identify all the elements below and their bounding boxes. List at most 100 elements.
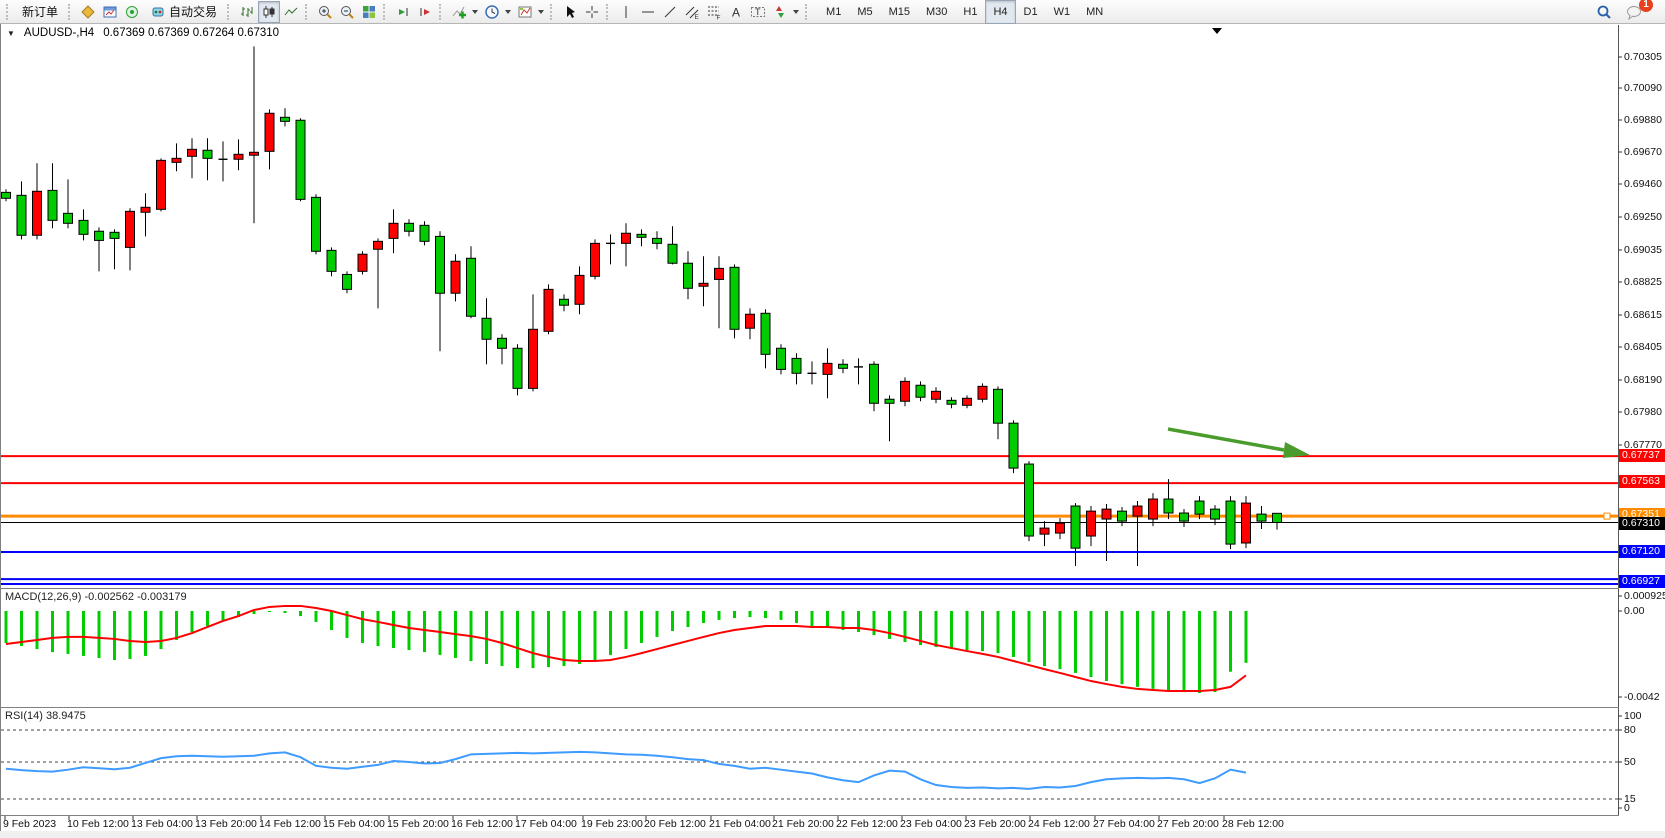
date-label: 14 Feb 12:00 xyxy=(259,818,321,830)
timeframe-H4[interactable]: H4 xyxy=(985,0,1015,24)
candle xyxy=(1226,501,1235,544)
rsi-value: 38.9475 xyxy=(46,710,86,722)
candle xyxy=(1040,528,1049,534)
price-tick-label: 0.67980 xyxy=(1624,406,1662,418)
price-level-label: 0.67737 xyxy=(1619,449,1665,462)
cursor-button[interactable] xyxy=(559,1,581,23)
crosshair-icon xyxy=(584,4,600,20)
toolbar-grip[interactable] xyxy=(606,4,612,20)
data-window-button[interactable] xyxy=(99,1,121,23)
channel-button[interactable]: E xyxy=(681,1,703,23)
chevron-down-icon xyxy=(505,10,511,14)
window-bottom-edge xyxy=(0,831,1665,838)
toolbar-grip[interactable] xyxy=(6,4,12,20)
macd-layer xyxy=(6,606,1246,693)
arrows-button[interactable] xyxy=(769,1,802,23)
candle xyxy=(575,275,584,304)
date-label: 24 Feb 12:00 xyxy=(1028,818,1090,830)
timeframe-MN[interactable]: MN xyxy=(1078,0,1111,24)
timeframe-M15[interactable]: M15 xyxy=(881,0,918,24)
candle xyxy=(870,364,879,403)
indicators-button[interactable] xyxy=(448,1,481,23)
candle xyxy=(110,232,119,238)
notification-badge: 1 xyxy=(1639,0,1653,12)
text-label-button[interactable]: T xyxy=(747,1,769,23)
clock-icon xyxy=(484,4,500,20)
timeframe-W1[interactable]: W1 xyxy=(1046,0,1079,24)
crosshair-button[interactable] xyxy=(581,1,603,23)
trend-arrow[interactable] xyxy=(1168,429,1310,458)
fibonacci-button[interactable]: F xyxy=(703,1,725,23)
orange-line-handle[interactable] xyxy=(1604,513,1610,519)
toolbar-grip[interactable] xyxy=(227,4,233,20)
toolbar-grip[interactable] xyxy=(550,4,556,20)
timeframe-M5[interactable]: M5 xyxy=(849,0,880,24)
zoom-out-button[interactable] xyxy=(336,1,358,23)
collapse-triangle-icon[interactable]: ▼ xyxy=(7,29,15,38)
signal-icon xyxy=(124,4,140,20)
toolbar-grip[interactable] xyxy=(305,4,311,20)
periods-button[interactable] xyxy=(481,1,514,23)
candle xyxy=(1071,506,1080,548)
toolbar-grip[interactable] xyxy=(383,4,389,20)
navigator-button[interactable] xyxy=(121,1,143,23)
toolbar-grip[interactable] xyxy=(68,4,74,20)
macd-axis-label: -0.0042 xyxy=(1624,691,1660,703)
candle xyxy=(591,243,600,276)
chart-shift-marker[interactable] xyxy=(1212,28,1222,34)
candle xyxy=(1056,523,1065,533)
candle xyxy=(622,233,631,243)
chart-shift-button[interactable] xyxy=(414,1,436,23)
templates-button[interactable] xyxy=(514,1,547,23)
market-watch-button[interactable] xyxy=(77,1,99,23)
trendline-button[interactable] xyxy=(659,1,681,23)
zoom-out-icon xyxy=(339,4,355,20)
price-tick-label: 0.68405 xyxy=(1624,341,1662,353)
candle xyxy=(668,244,677,263)
candle xyxy=(885,399,894,403)
timeframe-H1[interactable]: H1 xyxy=(955,0,985,24)
search-button[interactable] xyxy=(1592,1,1616,23)
candle xyxy=(467,258,476,316)
chart-bars-button[interactable] xyxy=(236,1,258,23)
timeframe-M1[interactable]: M1 xyxy=(818,0,849,24)
candle xyxy=(436,236,445,293)
chevron-down-icon xyxy=(793,10,799,14)
toolbar-grip[interactable] xyxy=(439,4,445,20)
timeframe-D1[interactable]: D1 xyxy=(1016,0,1046,24)
candle xyxy=(1118,511,1127,521)
candle xyxy=(637,234,646,237)
notifications-button[interactable]: 1 xyxy=(1622,1,1646,23)
trendline-icon xyxy=(662,4,678,20)
candle xyxy=(265,113,274,151)
price-tick-label: 0.68190 xyxy=(1624,374,1662,386)
new-order-button[interactable]: 新订单 xyxy=(15,1,65,23)
chart-title: ▼ AUDUSD-,H4 0.67369 0.67369 0.67264 0.6… xyxy=(7,27,279,39)
horizontal-line-button[interactable] xyxy=(637,1,659,23)
candle xyxy=(1087,511,1096,536)
macd-value-1: -0.002562 xyxy=(84,591,134,603)
chart-line-button[interactable] xyxy=(280,1,302,23)
zoom-in-button[interactable] xyxy=(314,1,336,23)
date-label: 15 Feb 04:00 xyxy=(323,818,385,830)
timeframe-M30[interactable]: M30 xyxy=(918,0,955,24)
tile-windows-button[interactable] xyxy=(358,1,380,23)
date-label: 21 Feb 20:00 xyxy=(772,818,834,830)
date-label: 23 Feb 20:00 xyxy=(964,818,1026,830)
candle xyxy=(250,152,259,155)
date-label: 13 Feb 20:00 xyxy=(195,818,257,830)
text-button[interactable]: A xyxy=(725,1,747,23)
chart-canvas[interactable] xyxy=(0,0,1665,838)
cursor-arrow-icon xyxy=(562,4,578,20)
candle xyxy=(327,250,336,271)
price-tick-label: 0.68825 xyxy=(1624,276,1662,288)
candle xyxy=(296,120,305,199)
chart-candles-button[interactable] xyxy=(258,1,280,23)
vertical-line-button[interactable] xyxy=(615,1,637,23)
vertical-line-icon xyxy=(618,4,634,20)
auto-trading-button[interactable]: 自动交易 xyxy=(143,1,224,23)
candle xyxy=(482,318,491,339)
toolbar-grip[interactable] xyxy=(805,4,811,20)
auto-scroll-button[interactable] xyxy=(392,1,414,23)
candle xyxy=(1180,513,1189,521)
